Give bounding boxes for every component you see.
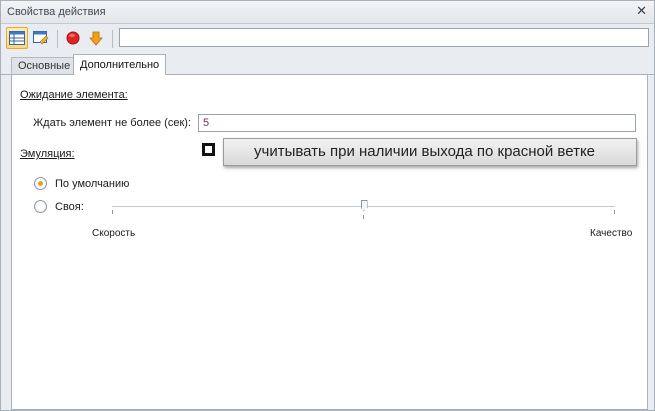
red-circle-icon (66, 31, 80, 45)
red-branch-checkbox[interactable] (202, 143, 215, 156)
slider-max-label: Качество (590, 228, 633, 239)
down-arrow-icon (89, 31, 103, 46)
emulation-heading: Эмуляция: (20, 148, 75, 160)
additional-settings-panel: Ожидание элемента: Ждать элемент не боле… (11, 75, 648, 410)
tab-main[interactable]: Основные (11, 57, 78, 74)
record-button[interactable] (62, 27, 84, 49)
slider-min-label: Скорость (92, 228, 136, 239)
edit-window-icon (33, 31, 49, 45)
grid-view-button[interactable] (6, 27, 28, 49)
title-bar: Свойства действия ✕ (1, 1, 654, 24)
close-icon[interactable]: ✕ (636, 4, 647, 18)
wait-timeout-label: Ждать элемент не более (сек): (33, 117, 191, 129)
toolbar (1, 24, 654, 54)
toolbar-separator (57, 30, 58, 48)
action-properties-window: Свойства действия ✕ Основные Дополнитель… (0, 0, 655, 411)
wait-section-heading: Ожидание элемента: (20, 89, 128, 101)
tab-strip: Основные Дополнительно (1, 54, 654, 75)
window-title: Свойства действия (7, 6, 106, 18)
radio-custom[interactable]: Своя: (34, 200, 84, 213)
slider-tick (614, 210, 615, 214)
toolbar-text-input[interactable] (119, 28, 649, 47)
checkbox-tooltip: учитывать при наличии выхода по красной … (223, 138, 637, 166)
wait-timeout-input[interactable] (198, 114, 636, 132)
slider-thumb[interactable] (360, 200, 368, 211)
slider-tick (363, 215, 364, 219)
tab-additional[interactable]: Дополнительно (73, 54, 167, 75)
radio-button-unchecked[interactable] (34, 200, 47, 213)
radio-custom-label: Своя: (55, 200, 84, 213)
radio-button-checked[interactable] (34, 177, 47, 190)
toolbar-separator (112, 30, 113, 48)
grid-view-icon (9, 31, 25, 45)
edit-window-button[interactable] (30, 27, 52, 49)
slider-tick (112, 210, 113, 214)
move-down-button[interactable] (85, 27, 107, 49)
radio-default[interactable]: По умолчанию (34, 177, 129, 190)
radio-default-label: По умолчанию (55, 177, 130, 190)
